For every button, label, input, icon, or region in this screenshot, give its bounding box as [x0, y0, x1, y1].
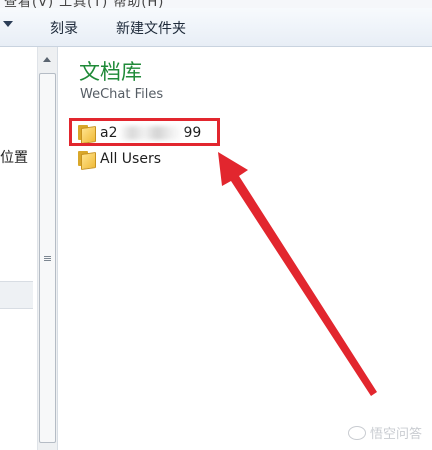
grip-line-icon	[44, 258, 51, 259]
grip-line-icon	[44, 256, 51, 257]
watermark: 悟空问答	[347, 423, 422, 442]
nav-selected-item[interactable]	[0, 281, 33, 309]
annotation-highlight-box	[69, 118, 220, 146]
annotation-arrow-icon	[218, 152, 377, 396]
grip-line-icon	[44, 260, 51, 261]
folder-name: All Users	[100, 151, 162, 167]
library-title: 文档库	[79, 60, 142, 84]
nav-item-location[interactable]: 位置	[0, 147, 28, 167]
pane-divider[interactable]	[57, 47, 58, 450]
folder-item-all-users[interactable]: All Users	[78, 148, 162, 171]
new-folder-button[interactable]: 新建文件夹	[116, 18, 186, 38]
scrollbar-thumb[interactable]	[39, 73, 56, 443]
menu-bar-cut: 查看(V) 工具(T) 帮助(H)	[0, 0, 432, 8]
organize-dropdown-icon[interactable]	[3, 21, 13, 27]
scroll-up-arrow-icon[interactable]	[43, 57, 51, 62]
folder-icon	[78, 151, 96, 171]
toolbar: 刻录 新建文件夹	[0, 8, 432, 47]
burn-button[interactable]: 刻录	[50, 18, 78, 38]
library-subtitle: WeChat Files	[80, 87, 164, 102]
menu-bar-text: 查看(V) 工具(T) 帮助(H)	[4, 0, 165, 8]
watermark-logo-icon	[347, 425, 366, 440]
nav-scrollbar[interactable]	[37, 47, 57, 450]
navigation-pane: 位置	[0, 47, 37, 450]
watermark-text: 悟空问答	[369, 427, 422, 442]
